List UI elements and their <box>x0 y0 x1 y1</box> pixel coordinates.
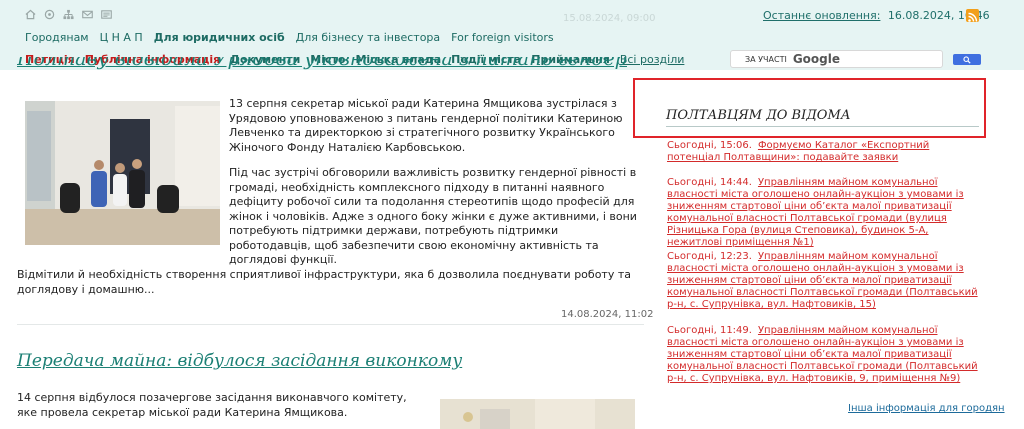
article1-title-clip: Полтаву відвідала Урядова уповноважена з… <box>17 57 627 70</box>
news-item-time: Сьогодні, 14:44. <box>667 177 752 188</box>
sitemap-icon[interactable] <box>63 9 74 20</box>
search-input[interactable]: ЗА УЧАСТІ Google <box>730 50 943 68</box>
article1-paragraph-2: Під час зустрічі обговорили важливість р… <box>229 166 637 266</box>
nav-legal-entities[interactable]: Для юридичних осіб <box>154 31 285 44</box>
rss-icon[interactable] <box>966 9 979 22</box>
news-heading: ПОЛТАВЦЯМ ДО ВІДОМА <box>666 108 851 123</box>
grid-icon[interactable] <box>44 9 55 20</box>
news-item[interactable]: Сьогодні, 14:44. Управлінням майном комун… <box>667 177 982 249</box>
nav-cnap[interactable]: Ц Н А П <box>100 31 143 44</box>
faded-date: 15.08.2024, 09:00 <box>563 13 656 24</box>
article2-lead: 14 серпня відбулося позачергове засіданн… <box>17 391 407 419</box>
google-logo: Google <box>792 52 840 66</box>
search-prefix: ЗА УЧАСТІ <box>745 54 787 64</box>
article-divider <box>17 324 644 325</box>
contact-card-icon[interactable] <box>101 9 112 20</box>
top-icons <box>25 9 112 20</box>
article1-date: 14.08.2024, 11:02 <box>561 309 654 320</box>
last-updated-label[interactable]: Останнє оновлення: <box>763 9 880 22</box>
article2-photo[interactable] <box>440 399 635 429</box>
news-item-time: Сьогодні, 15:06. <box>667 140 752 151</box>
search-button[interactable] <box>953 54 981 65</box>
article1-lead: 13 серпня секретар міської ради Катерина… <box>229 97 623 154</box>
nav-all-sections[interactable]: Всі розділи <box>620 53 685 66</box>
news-item[interactable]: Сьогодні, 15:06. Формуємо Каталог «Експор… <box>667 140 982 164</box>
news-item-time: Сьогодні, 12:23. <box>667 251 752 262</box>
article1-paragraph-3: Відмітили й необхідність створення сприя… <box>17 268 631 296</box>
news-item-time: Сьогодні, 11:49. <box>667 325 752 336</box>
nav-citizens[interactable]: Городянам <box>25 31 89 44</box>
nav-foreign-visitors[interactable]: For foreign visitors <box>451 31 554 44</box>
search-icon <box>963 55 971 64</box>
news-heading-underline <box>666 126 979 127</box>
last-updated: Останнє оновлення: 16.08.2024, 16:46 <box>763 9 990 22</box>
mail-icon[interactable] <box>82 9 93 20</box>
article1-title[interactable]: Полтаву відвідала Урядова уповноважена з… <box>17 57 627 70</box>
news-item[interactable]: Сьогодні, 11:49. Управлінням майном комун… <box>667 325 982 385</box>
news-item[interactable]: Сьогодні, 12:23. Управлінням майном комун… <box>667 251 982 311</box>
article1-photo[interactable] <box>25 101 220 245</box>
home-icon[interactable] <box>25 9 36 20</box>
other-info-link[interactable]: Інша інформація для городян <box>848 403 1005 414</box>
article2-title[interactable]: Передача майна: відбулося засідання вико… <box>17 351 462 371</box>
nav-business-investors[interactable]: Для бізнесу та інвестора <box>296 31 441 44</box>
primary-nav: Городянам Ц Н А П Для юридичних осіб Для… <box>25 31 554 44</box>
